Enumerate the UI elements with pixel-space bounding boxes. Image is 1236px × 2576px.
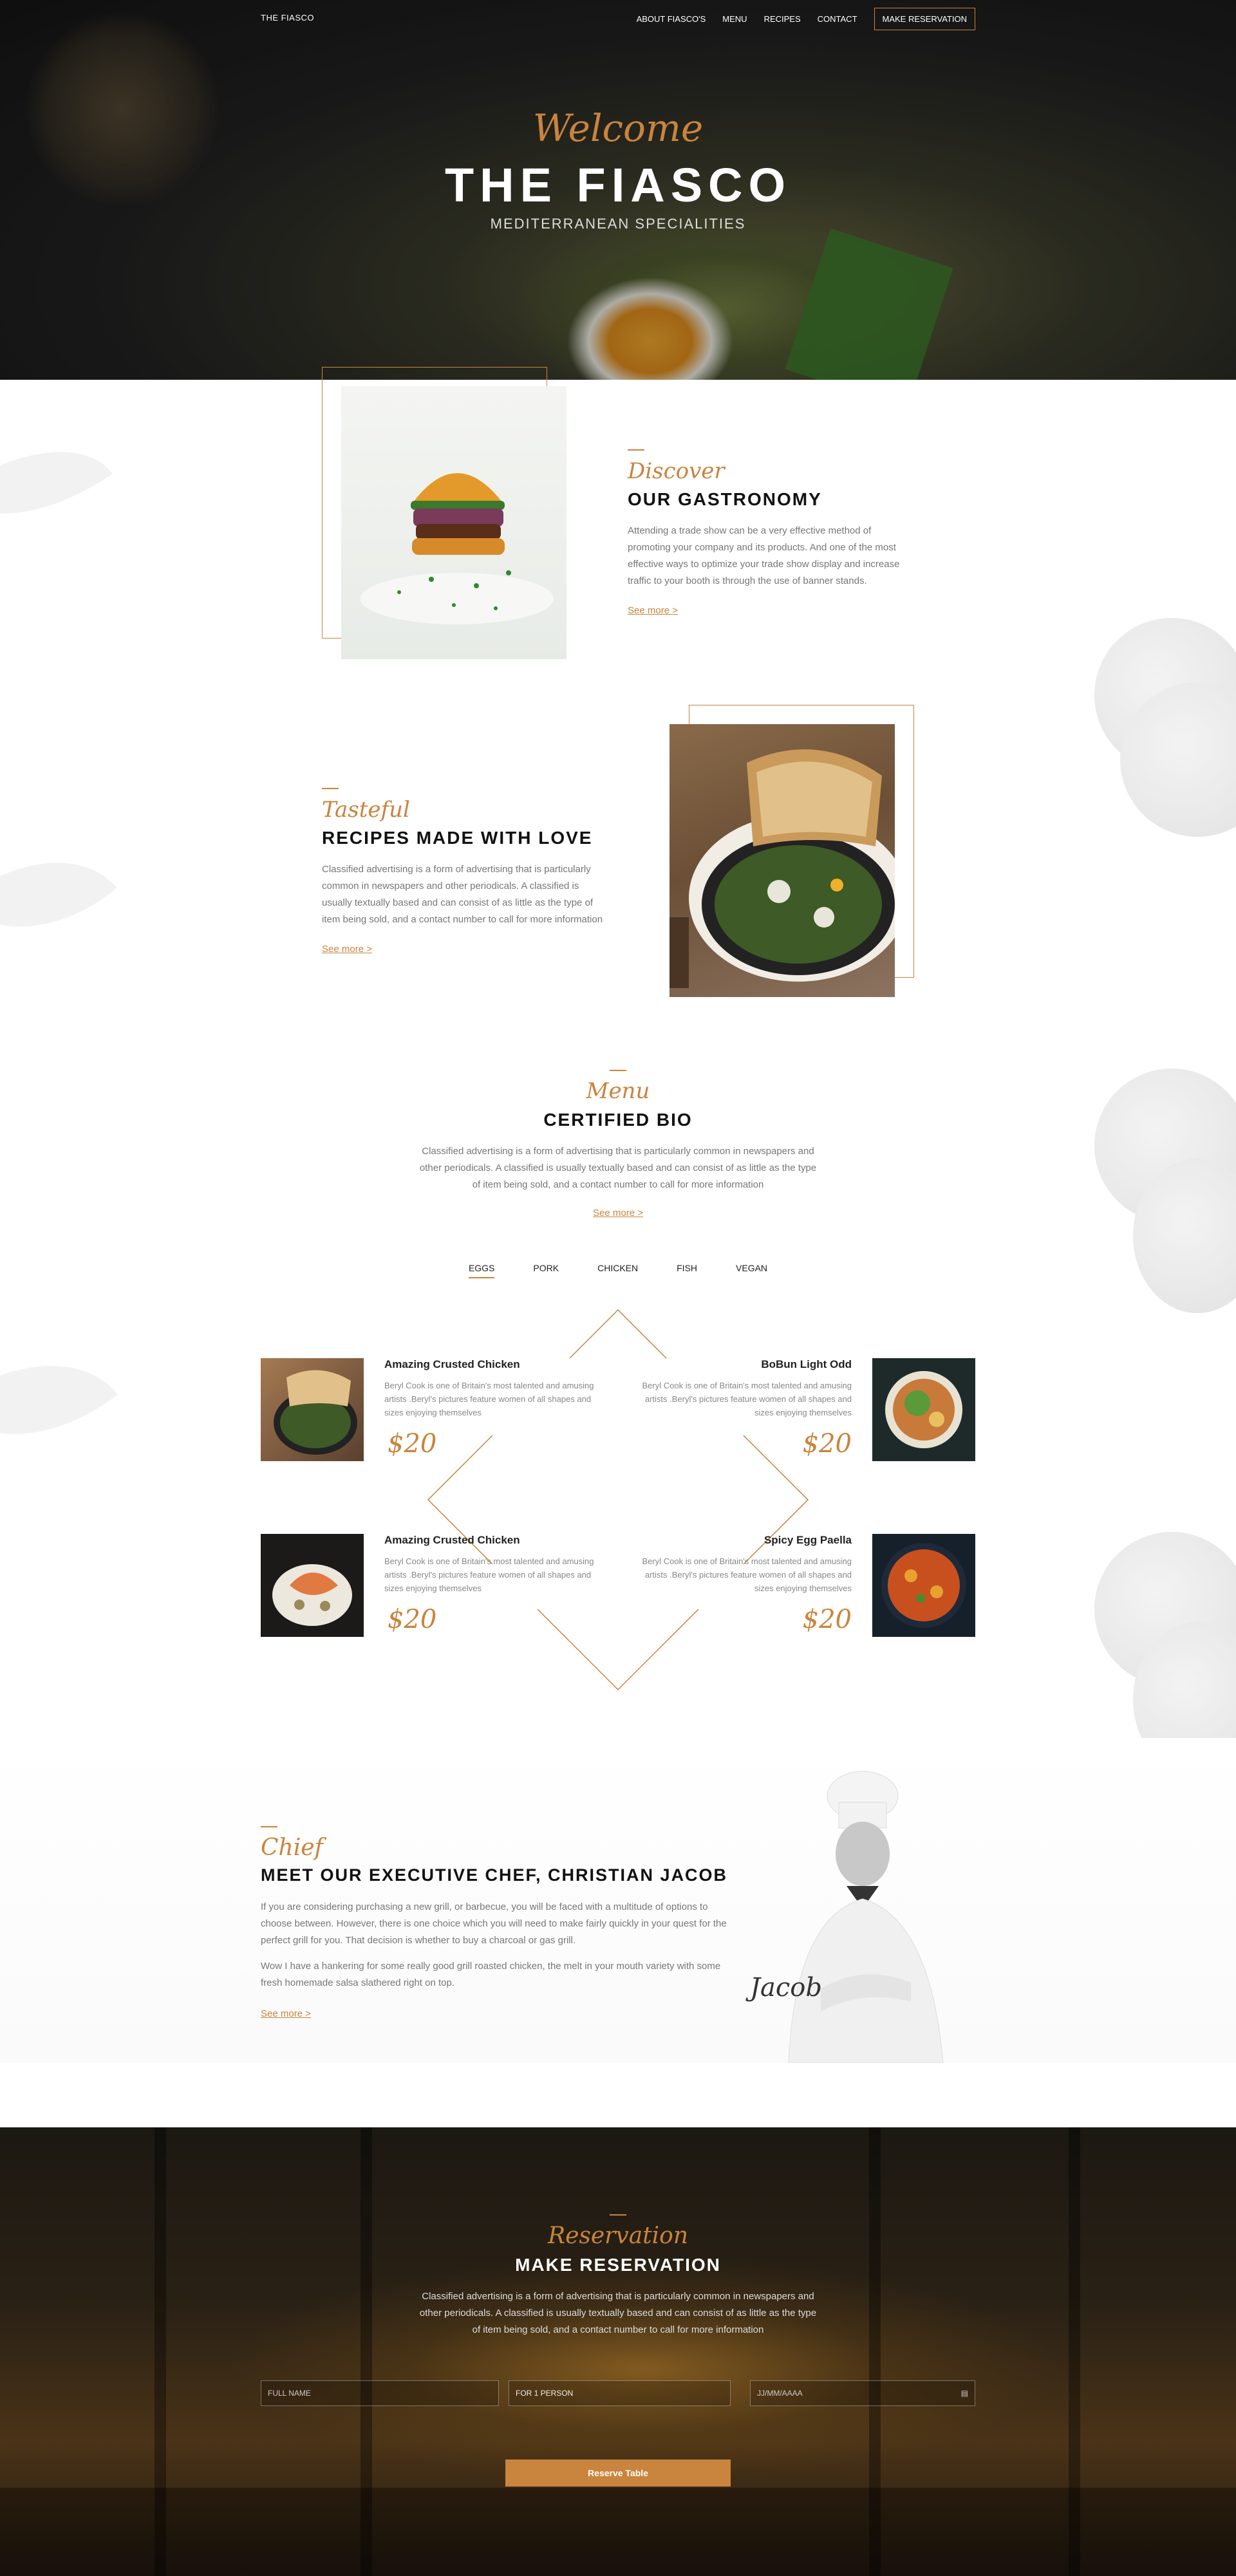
discover-see-more-link[interactable]: See more > bbox=[628, 605, 678, 616]
nav-link-menu[interactable]: MENU bbox=[722, 14, 747, 24]
tasteful-script: Tasteful bbox=[322, 797, 410, 823]
tab-eggs[interactable]: EGGS bbox=[468, 1263, 495, 1278]
hero-title: THE FIASCO bbox=[444, 158, 792, 212]
hero-section: THE FIASCO ABOUT FIASCO'S MENU RECIPES C… bbox=[0, 0, 1236, 380]
nav-brand[interactable]: THE FIASCO bbox=[261, 13, 314, 23]
menu-item-title: BoBun Light Odd bbox=[761, 1358, 852, 1370]
tab-vegan[interactable]: VEGAN bbox=[736, 1263, 767, 1278]
accent-line bbox=[628, 449, 644, 451]
nav-link-contact[interactable]: CONTACT bbox=[818, 14, 857, 24]
skillet-icon bbox=[670, 749, 895, 988]
menu-item-desc: Beryl Cook is one of Britain's most tale… bbox=[642, 1381, 852, 1417]
reserve-table-button[interactable]: Reserve Table bbox=[505, 2459, 731, 2487]
discover-title: OUR GASTRONOMY bbox=[628, 489, 822, 509]
reservation-script: Reservation bbox=[547, 2223, 689, 2249]
nav-reserve-button[interactable]: MAKE RESERVATION bbox=[874, 8, 975, 30]
chef-text-2: Wow I have a hankering for some really g… bbox=[261, 1961, 721, 1988]
menu-item-desc: Beryl Cook is one of Britain's most tale… bbox=[642, 1556, 852, 1593]
date-input-placeholder: JJ/MM/AAAA bbox=[757, 2389, 803, 2398]
skillet-image bbox=[670, 724, 895, 997]
tasteful-text: Classified advertising is a form of adve… bbox=[322, 864, 603, 925]
chef-title: MEET OUR EXECUTIVE CHEF, CHRISTIAN JACOB bbox=[261, 1865, 728, 1885]
nav-link-about[interactable]: ABOUT FIASCO'S bbox=[637, 14, 706, 24]
menu-text: Classified advertising is a form of adve… bbox=[419, 1146, 817, 1190]
reservation-section: Reservation MAKE RESERVATION Classified … bbox=[0, 2127, 1236, 2576]
reservation-title: MAKE RESERVATION bbox=[515, 2255, 721, 2275]
menu-item-image bbox=[261, 1534, 364, 1637]
accent-line bbox=[610, 2214, 626, 2216]
discover-script: Discover bbox=[628, 458, 725, 484]
menu-tabs: EGGS PORK CHICKEN FISH VEGAN bbox=[0, 1263, 1236, 1278]
chef-script: Chief bbox=[261, 1834, 323, 1861]
persons-select[interactable]: FOR 1 PERSON bbox=[509, 2380, 731, 2406]
menu-item-desc: Beryl Cook is one of Britain's most tale… bbox=[384, 1381, 594, 1417]
menu-item-title: Amazing Crusted Chicken bbox=[384, 1534, 520, 1546]
nav-links: ABOUT FIASCO'S MENU RECIPES CONTACT MAKE… bbox=[637, 8, 975, 30]
reservation-text: Classified advertising is a form of adve… bbox=[419, 2291, 817, 2335]
menu-item-image bbox=[872, 1534, 975, 1637]
tab-fish[interactable]: FISH bbox=[677, 1263, 697, 1278]
tasteful-title: RECIPES MADE WITH LOVE bbox=[322, 828, 593, 848]
calendar-icon[interactable]: ▤ bbox=[961, 2389, 968, 2398]
hero-subtitle: MEDITERRANEAN SPECIALITIES bbox=[490, 216, 746, 232]
hero-script: Welcome bbox=[532, 106, 704, 150]
full-name-input[interactable]: FULL NAME bbox=[261, 2380, 499, 2406]
chef-portrait bbox=[750, 1770, 972, 2064]
chef-signature: Jacob bbox=[750, 1973, 822, 2002]
accent-line bbox=[322, 788, 339, 789]
accent-line bbox=[261, 1826, 277, 1827]
menu-item-image bbox=[261, 1358, 364, 1461]
bg-leaf-decoration bbox=[0, 819, 117, 971]
burger-icon bbox=[360, 473, 554, 624]
chef-icon bbox=[788, 1771, 944, 2064]
burger-image bbox=[341, 386, 566, 659]
menu-item-price: $20 bbox=[802, 1605, 852, 1634]
menu-item-title: Amazing Crusted Chicken bbox=[384, 1358, 520, 1370]
reservation-bg-counter bbox=[0, 2488, 1236, 2576]
date-input[interactable]: JJ/MM/AAAA ▤ bbox=[750, 2380, 975, 2406]
menu-title: CERTIFIED BIO bbox=[543, 1110, 693, 1130]
tab-chicken[interactable]: CHICKEN bbox=[597, 1263, 638, 1278]
menu-item-image bbox=[872, 1358, 975, 1461]
chef-text-1: If you are considering purchasing a new … bbox=[261, 1901, 727, 1946]
discover-text: Attending a trade show can be a very eff… bbox=[628, 525, 900, 586]
menu-item-price: $20 bbox=[388, 1605, 437, 1634]
tab-pork[interactable]: PORK bbox=[533, 1263, 559, 1278]
nav-link-recipes[interactable]: RECIPES bbox=[764, 14, 801, 24]
accent-line bbox=[610, 1070, 626, 1071]
bg-leaf-decoration bbox=[0, 410, 113, 555]
tasteful-see-more-link[interactable]: See more > bbox=[322, 944, 372, 955]
menu-script: Menu bbox=[586, 1078, 650, 1104]
menu-item-desc: Beryl Cook is one of Britain's most tale… bbox=[384, 1556, 594, 1593]
menu-item-title: Spicy Egg Paella bbox=[763, 1534, 852, 1546]
bg-leaf-decoration bbox=[0, 1318, 118, 1482]
menu-see-more-link[interactable]: See more > bbox=[0, 1208, 1236, 1218]
chef-see-more-link[interactable]: See more > bbox=[261, 2008, 311, 2019]
menu-item-price: $20 bbox=[802, 1429, 852, 1459]
menu-item-price: $20 bbox=[388, 1429, 437, 1459]
